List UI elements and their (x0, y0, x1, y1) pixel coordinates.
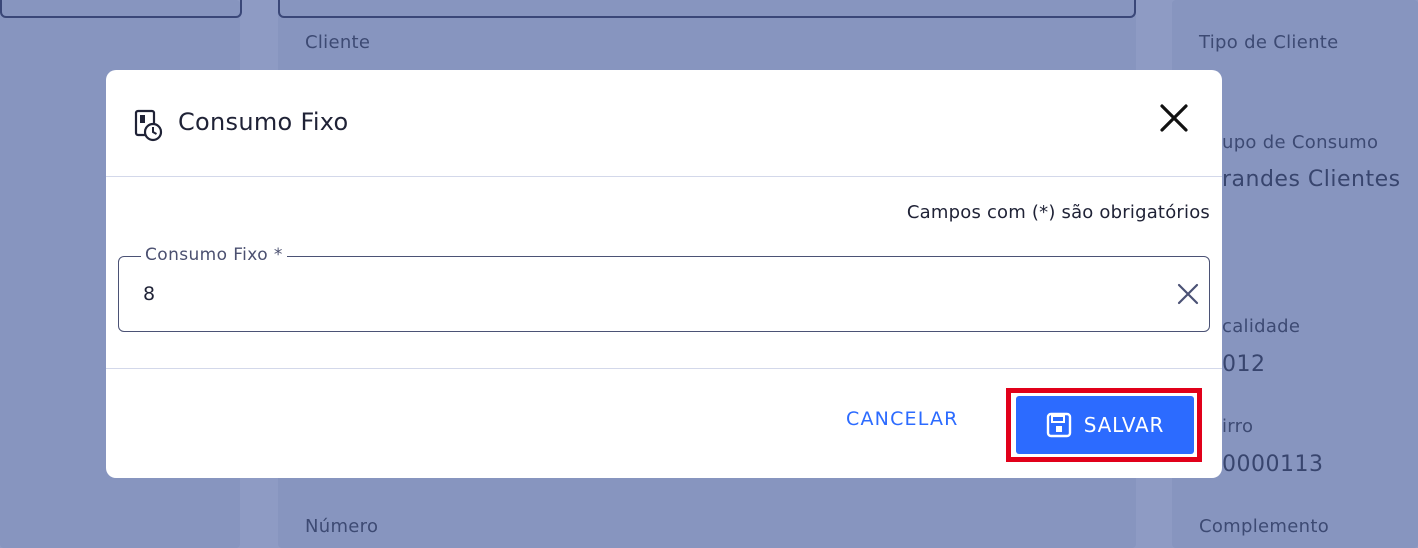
bg-value-localidade: 012 (1222, 352, 1266, 377)
bg-label-localidade: calidade (1222, 316, 1301, 337)
consumo-fixo-field: Consumo Fixo * (118, 245, 1210, 332)
footer-divider (106, 368, 1222, 369)
dialog-header: Consumo Fixo (106, 70, 1222, 177)
bg-value-grupo-consumo: randes Clientes (1222, 167, 1401, 192)
clear-icon[interactable] (1175, 281, 1201, 307)
cancel-button[interactable]: CANCELAR (846, 408, 959, 430)
bg-label-cliente: Cliente (305, 32, 371, 53)
calendar-clock-icon (134, 109, 163, 142)
close-icon[interactable] (1156, 100, 1192, 136)
bg-label-grupo-consumo: upo de Consumo (1222, 132, 1379, 153)
consumo-fixo-dialog: Consumo Fixo Campos com (*) são obrigató… (106, 70, 1222, 478)
bg-label-tipo-cliente: Tipo de Cliente (1199, 32, 1339, 53)
dialog-title: Consumo Fixo (178, 108, 349, 136)
bg-value-bairro: 0000113 (1222, 452, 1324, 477)
bg-label-bairro: irro (1222, 416, 1254, 437)
consumo-fixo-input[interactable] (143, 279, 1143, 309)
save-button-label: SALVAR (1083, 413, 1165, 437)
save-icon (1046, 412, 1071, 438)
bg-label-numero: Número (305, 516, 379, 537)
required-fields-note: Campos com (*) são obrigatórios (906, 202, 1210, 223)
bg-field-outline-left (0, 0, 242, 18)
consumo-fixo-label: Consumo Fixo * (141, 245, 287, 265)
bg-field-outline-middle (278, 0, 1136, 18)
save-button[interactable]: SALVAR (1016, 396, 1194, 454)
bg-label-complemento: Complemento (1199, 516, 1330, 537)
